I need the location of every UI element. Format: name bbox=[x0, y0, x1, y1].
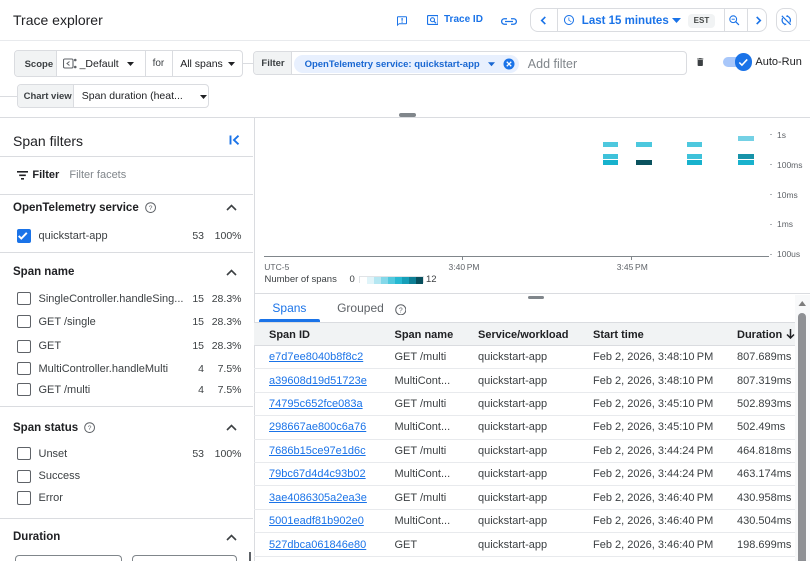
svg-text:?: ? bbox=[399, 307, 403, 314]
svg-text:?: ? bbox=[149, 205, 153, 212]
svg-text:?: ? bbox=[88, 425, 92, 432]
